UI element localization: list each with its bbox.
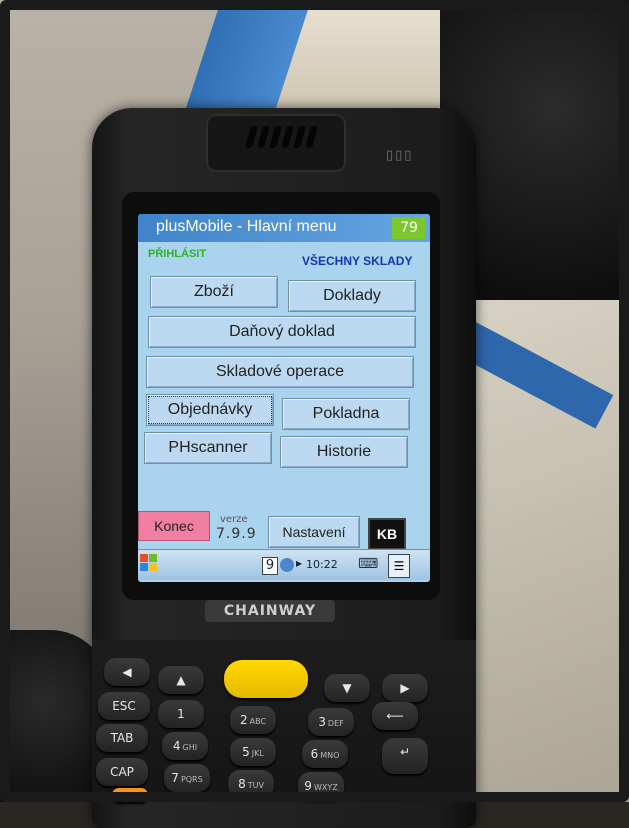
- version-number: 7.9.9: [216, 526, 257, 542]
- konec-button[interactable]: Konec: [138, 511, 210, 541]
- input-panel-icon[interactable]: ⌨: [358, 556, 378, 572]
- objednavky-button[interactable]: Objednávky: [146, 394, 274, 426]
- key-9[interactable]: 9 WXYZ: [298, 772, 344, 800]
- phscanner-button[interactable]: PHscanner: [144, 432, 272, 464]
- pokladna-button[interactable]: Pokladna: [282, 398, 410, 430]
- down-arrow-key[interactable]: ▼: [324, 674, 370, 702]
- backspace-key[interactable]: ⟵: [372, 702, 418, 730]
- key-4[interactable]: 4 GHI: [162, 732, 208, 760]
- window-list-icon[interactable]: ☰: [388, 554, 410, 578]
- title-bar: plusMobile - Hlavní menu 79: [138, 214, 430, 242]
- left-arrow-key[interactable]: ◀: [104, 658, 150, 686]
- warehouse-selector[interactable]: VŠECHNY SKLADY: [302, 254, 412, 268]
- key-1[interactable]: 1: [158, 700, 204, 728]
- key-2[interactable]: 2 ABC: [230, 706, 276, 734]
- brand-logo: CHAINWAY: [205, 600, 335, 622]
- nastaveni-button[interactable]: Nastavení: [268, 516, 360, 548]
- version-label: verze: [220, 514, 248, 525]
- historie-button[interactable]: Historie: [280, 436, 408, 468]
- key-8[interactable]: 8 TUV: [228, 770, 274, 798]
- tray-arrow-icon: ▸: [296, 556, 303, 570]
- keyboard-button[interactable]: KB: [368, 518, 406, 550]
- network-icon[interactable]: [280, 558, 294, 572]
- right-arrow-key[interactable]: ▶: [382, 674, 428, 702]
- esc-key[interactable]: ESC: [98, 692, 150, 720]
- status-leds: ▯▯▯: [386, 148, 414, 163]
- enter-key[interactable]: ↵: [382, 738, 428, 774]
- hardware-keypad: ◀ ▲ ▼ ▶ ESC 1 2 ABC 3 DEF ⟵ TAB 4 GHI 5 JKL …: [92, 640, 476, 802]
- battery-indicator: 79: [392, 217, 426, 239]
- tray-number-icon[interactable]: 9: [262, 557, 278, 575]
- zbozi-button[interactable]: Zboží: [150, 276, 278, 308]
- key-7[interactable]: 7 PQRS: [164, 764, 210, 792]
- danovy-doklad-button[interactable]: Daňový doklad: [148, 316, 416, 348]
- window-title: plusMobile - Hlavní menu: [156, 218, 337, 235]
- taskbar: 9 ▸ 10:22 ⌨ ☰: [138, 549, 430, 580]
- tab-key[interactable]: TAB: [96, 724, 148, 752]
- up-arrow-key[interactable]: ▲: [158, 666, 204, 694]
- cap-key[interactable]: CAP: [96, 758, 148, 786]
- skladove-operace-button[interactable]: Skladové operace: [146, 356, 414, 388]
- function-key[interactable]: [112, 788, 148, 802]
- scan-trigger-key[interactable]: [224, 660, 308, 698]
- key-5[interactable]: 5 JKL: [230, 738, 276, 766]
- speaker-grille: [245, 126, 332, 152]
- key-3[interactable]: 3 DEF: [308, 708, 354, 736]
- windows-start-icon[interactable]: [140, 554, 158, 572]
- key-6[interactable]: 6 MNO: [302, 740, 348, 768]
- clock: 10:22: [306, 558, 338, 571]
- device-screen: plusMobile - Hlavní menu 79 PŘIHLÁSIT VŠ…: [138, 214, 430, 582]
- login-link[interactable]: PŘIHLÁSIT: [148, 248, 206, 260]
- doklady-button[interactable]: Doklady: [288, 280, 416, 312]
